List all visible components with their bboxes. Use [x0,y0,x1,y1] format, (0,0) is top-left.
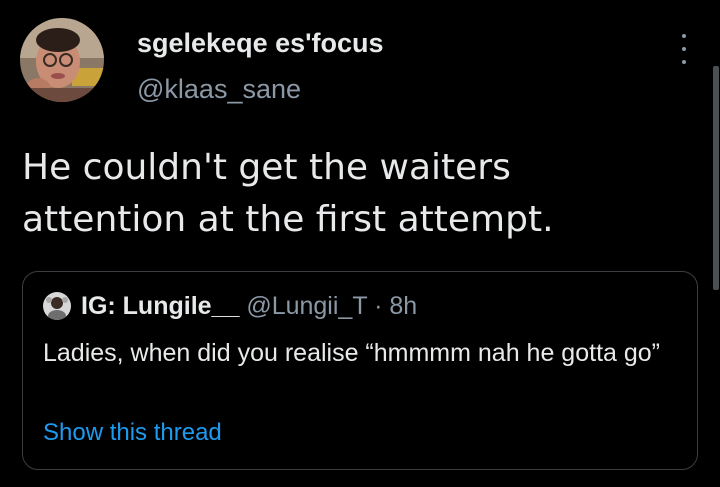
quoted-author-display-name[interactable]: IG: Lungile__ [81,292,239,320]
more-options-icon[interactable] [672,34,696,64]
scrollbar[interactable] [713,66,719,290]
author-display-name[interactable]: sgelekeqe es'focus [137,28,384,59]
author-avatar[interactable] [20,18,104,102]
quoted-author-avatar[interactable] [43,292,71,320]
tweet-card: sgelekeqe es'focus @klaas_sane He couldn… [0,0,720,487]
show-thread-link[interactable]: Show this thread [43,419,222,447]
quoted-tweet-time[interactable]: 8h [389,292,417,320]
quoted-tweet-text: Ladies, when did you realise “hmmmm nah … [43,339,660,367]
quoted-tweet[interactable]: IG: Lungile__ @Lungii_T · 8h Ladies, whe… [22,271,698,470]
meta-separator: · [367,292,390,320]
profile-photo-icon [43,292,71,320]
quoted-author-handle[interactable]: @Lungii_T [246,292,367,320]
profile-photo-icon [20,18,104,102]
quoted-tweet-header: IG: Lungile__ @Lungii_T · 8h [81,292,417,321]
author-handle[interactable]: @klaas_sane [137,74,301,105]
tweet-text: He couldn't get the waiters attention at… [22,147,554,240]
